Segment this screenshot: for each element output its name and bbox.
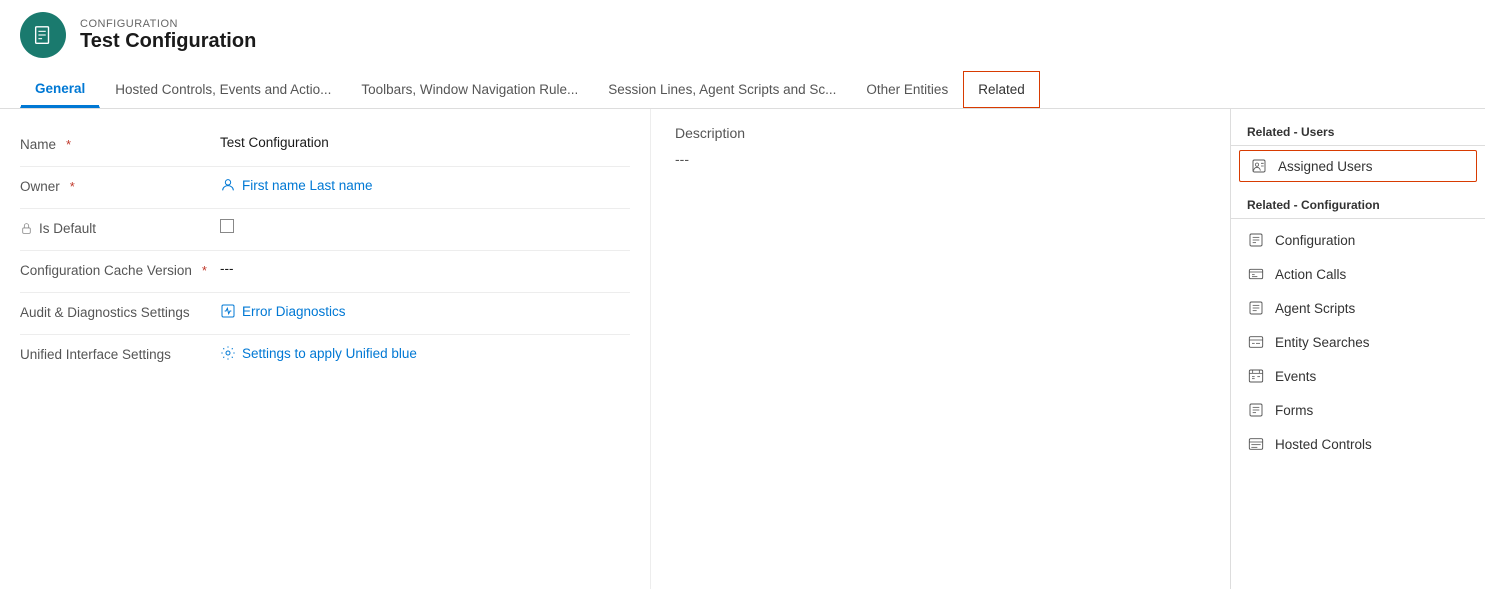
required-star-owner: *	[70, 179, 75, 194]
right-item-events[interactable]: Events	[1231, 359, 1485, 393]
label-unified: Unified Interface Settings	[20, 345, 220, 362]
right-item-hosted-controls[interactable]: Hosted Controls	[1231, 427, 1485, 461]
value-owner[interactable]: First name Last name	[220, 177, 630, 193]
hosted-controls-label: Hosted Controls	[1275, 437, 1372, 452]
form-panel: Name * Test Configuration Owner * First …	[0, 109, 650, 589]
required-star-cache: *	[202, 263, 207, 278]
tab-other-entities[interactable]: Other Entities	[851, 71, 963, 108]
divider-users	[1231, 145, 1485, 146]
label-is-default: Is Default	[20, 219, 220, 236]
hosted-controls-icon	[1247, 435, 1265, 453]
field-unified: Unified Interface Settings Settings to a…	[20, 335, 630, 377]
diagnostics-icon	[220, 303, 236, 319]
person-icon	[220, 177, 236, 193]
header: CONFIGURATION Test Configuration	[0, 0, 1485, 70]
value-name: Test Configuration	[220, 135, 630, 150]
tab-bar: General Hosted Controls, Events and Acti…	[0, 70, 1485, 109]
entity-searches-label: Entity Searches	[1275, 335, 1370, 350]
action-calls-icon	[1247, 265, 1265, 283]
configuration-item-icon	[1247, 231, 1265, 249]
forms-label: Forms	[1275, 403, 1313, 418]
forms-icon	[1247, 401, 1265, 419]
section-title-users: Related - Users	[1231, 117, 1485, 145]
right-panel: Related - Users Assigned Users Related -…	[1230, 109, 1485, 589]
field-config-cache: Configuration Cache Version * ---	[20, 251, 630, 293]
label-owner: Owner *	[20, 177, 220, 194]
configuration-label: Configuration	[1275, 233, 1355, 248]
description-panel: Description ---	[650, 109, 1230, 589]
field-owner: Owner * First name Last name	[20, 167, 630, 209]
tab-session-lines[interactable]: Session Lines, Agent Scripts and Sc...	[593, 71, 851, 108]
value-config-cache: ---	[220, 261, 630, 276]
app-icon	[20, 12, 66, 58]
settings-icon	[220, 345, 236, 361]
tab-related[interactable]: Related	[963, 71, 1040, 108]
assigned-users-label: Assigned Users	[1278, 159, 1373, 174]
page-title: Test Configuration	[80, 30, 256, 53]
events-label: Events	[1275, 369, 1316, 384]
entity-searches-icon	[1247, 333, 1265, 351]
required-star-name: *	[66, 137, 71, 152]
value-unified[interactable]: Settings to apply Unified blue	[220, 345, 630, 361]
value-is-default[interactable]	[220, 219, 630, 236]
field-audit: Audit & Diagnostics Settings Error Diagn…	[20, 293, 630, 335]
label-config-cache: Configuration Cache Version *	[20, 261, 220, 278]
right-item-forms[interactable]: Forms	[1231, 393, 1485, 427]
checkbox-is-default[interactable]	[220, 219, 234, 233]
main-content: Name * Test Configuration Owner * First …	[0, 109, 1485, 589]
lock-icon	[20, 222, 33, 235]
description-content: ---	[675, 151, 1206, 167]
events-icon	[1247, 367, 1265, 385]
assigned-users-icon	[1250, 157, 1268, 175]
config-label: CONFIGURATION	[80, 18, 256, 30]
agent-scripts-icon	[1247, 299, 1265, 317]
right-item-agent-scripts[interactable]: Agent Scripts	[1231, 291, 1485, 325]
description-title: Description	[675, 125, 1206, 141]
action-calls-label: Action Calls	[1275, 267, 1346, 282]
value-audit[interactable]: Error Diagnostics	[220, 303, 630, 319]
tab-general[interactable]: General	[20, 70, 100, 108]
agent-scripts-label: Agent Scripts	[1275, 301, 1355, 316]
label-audit: Audit & Diagnostics Settings	[20, 303, 220, 320]
label-name: Name *	[20, 135, 220, 152]
right-item-configuration[interactable]: Configuration	[1231, 223, 1485, 257]
header-text: CONFIGURATION Test Configuration	[80, 18, 256, 53]
right-item-entity-searches[interactable]: Entity Searches	[1231, 325, 1485, 359]
field-is-default: Is Default	[20, 209, 630, 251]
divider-config	[1231, 218, 1485, 219]
section-title-config: Related - Configuration	[1231, 190, 1485, 218]
tab-hosted-controls[interactable]: Hosted Controls, Events and Actio...	[100, 71, 346, 108]
tab-toolbars[interactable]: Toolbars, Window Navigation Rule...	[346, 71, 593, 108]
field-name: Name * Test Configuration	[20, 125, 630, 167]
right-item-action-calls[interactable]: Action Calls	[1231, 257, 1485, 291]
right-item-assigned-users[interactable]: Assigned Users	[1239, 150, 1477, 182]
